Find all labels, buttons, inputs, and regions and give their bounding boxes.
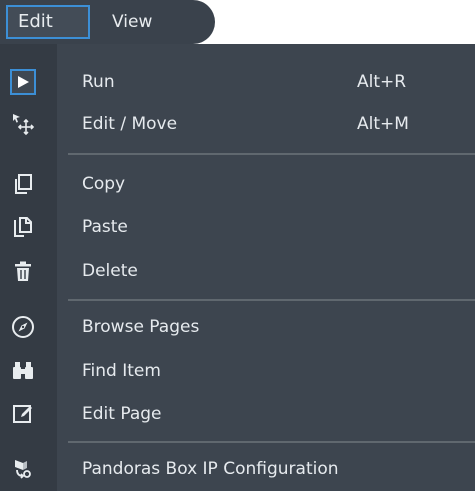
menu-item-delete[interactable]: Delete bbox=[0, 250, 475, 292]
menubar: Edit View bbox=[0, 0, 475, 44]
menu-item-label: Find Item bbox=[82, 361, 161, 381]
menu-item-label: Paste bbox=[82, 217, 128, 237]
move-icon bbox=[10, 111, 36, 137]
menu-item-label: Delete bbox=[82, 261, 138, 281]
menu-item-copy[interactable]: Copy bbox=[0, 163, 475, 205]
menu-item-label: Edit Page bbox=[82, 404, 162, 424]
menu-tab-edit[interactable]: Edit bbox=[6, 5, 90, 39]
menu-separator bbox=[68, 153, 475, 155]
menu-item-paste[interactable]: Paste bbox=[0, 206, 475, 248]
edit-page-icon bbox=[10, 401, 36, 427]
binoculars-icon bbox=[10, 358, 36, 384]
menu-item-shortcut: Alt+R bbox=[357, 72, 407, 92]
compass-icon bbox=[10, 314, 36, 340]
menu-item-edit-page[interactable]: Edit Page bbox=[0, 393, 475, 435]
network-config-icon bbox=[10, 456, 36, 482]
edit-dropdown-menu: Run Alt+R Edit / Move Alt+M Copy Paste D… bbox=[0, 44, 475, 491]
menu-item-label: Run bbox=[82, 72, 115, 92]
menu-item-label: Pandoras Box IP Configuration bbox=[82, 459, 339, 479]
menu-separator bbox=[68, 441, 475, 443]
menu-item-find-item[interactable]: Find Item bbox=[0, 350, 475, 392]
copy-icon bbox=[10, 171, 36, 197]
trash-icon bbox=[10, 258, 36, 284]
play-icon bbox=[10, 69, 36, 95]
menu-item-browse-pages[interactable]: Browse Pages bbox=[0, 306, 475, 348]
menu-item-shortcut: Alt+M bbox=[357, 114, 409, 134]
menu-item-run[interactable]: Run Alt+R bbox=[0, 61, 475, 103]
menu-separator bbox=[68, 299, 475, 301]
menu-item-edit-move[interactable]: Edit / Move Alt+M bbox=[0, 103, 475, 145]
menu-item-label: Copy bbox=[82, 174, 126, 194]
menu-item-ip-configuration[interactable]: Pandoras Box IP Configuration bbox=[0, 448, 475, 490]
menu-item-label: Browse Pages bbox=[82, 317, 200, 337]
paste-icon bbox=[10, 214, 36, 240]
menu-tab-view[interactable]: View bbox=[102, 5, 162, 39]
menu-item-label: Edit / Move bbox=[82, 114, 178, 134]
